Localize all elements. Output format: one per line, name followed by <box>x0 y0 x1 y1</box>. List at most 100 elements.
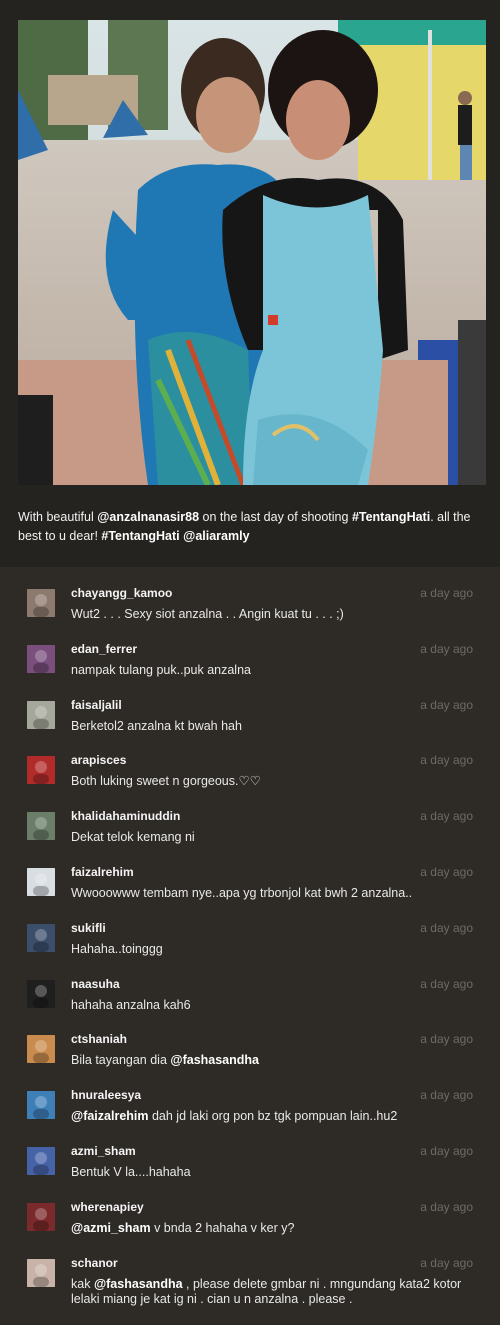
avatar-image <box>27 1147 55 1175</box>
comment-text-part: dah jd laki org pon bz tgk pompuan lain.… <box>148 1109 398 1124</box>
caption-mention[interactable]: @aliaramly <box>183 529 249 543</box>
comment-item: chayangg_kamoo a day ago Wut2 . . . Sexy s… <box>0 567 500 623</box>
comment-timestamp: a day ago <box>420 976 473 991</box>
comment-timestamp: a day ago <box>420 586 473 600</box>
comment-item: hnuraleesya a day ago @faizalrehim dah jd … <box>0 1069 500 1125</box>
comment-item: arapisces a day ago Both luking sweet n go… <box>0 734 500 790</box>
comment-text-part: Bila tayangan dia <box>71 1053 171 1068</box>
comment-text: Hahaha..toinggg <box>71 942 476 957</box>
comment-text: Dekat telok kemang ni <box>71 830 476 845</box>
comment-mention[interactable]: @azmi_sham <box>71 1221 151 1235</box>
comment-username[interactable]: schanor <box>71 1256 118 1270</box>
caption-text: With beautiful <box>18 510 98 524</box>
comment-text: nampak tulang puk..puk anzalna <box>71 663 476 678</box>
avatar-image <box>27 1258 55 1287</box>
comment-username[interactable]: sukifli <box>71 921 106 935</box>
comments-list: chayangg_kamoo a day ago Wut2 . . . Sexy s… <box>0 567 500 1325</box>
avatar[interactable] <box>27 756 55 785</box>
comment-text-part: v bnda 2 hahaha v ker y? <box>150 1220 295 1235</box>
caption-hashtag[interactable]: #TentangHati <box>352 510 430 524</box>
post-body: With beautiful @anzalnanasir88 on the la… <box>0 0 500 567</box>
comment-text: @faizalrehim dah jd laki org pon bz tgk … <box>71 1109 476 1124</box>
avatar-image <box>27 868 55 896</box>
avatar[interactable] <box>27 923 55 952</box>
comment-item: khalidahaminuddin a day ago Dekat telok ke… <box>0 790 500 846</box>
comment-text-part: Both luking sweet n gorgeous.♡♡ <box>71 774 261 789</box>
comment-text: hahaha anzalna kah6 <box>71 998 476 1013</box>
comment-text: kak @fashasandha , please delete gmbar n… <box>71 1277 476 1307</box>
comment-username[interactable]: chayangg_kamoo <box>71 586 172 600</box>
comment-username[interactable]: ctshaniah <box>71 1032 127 1046</box>
comment-mention[interactable]: @faizalrehim <box>71 1109 149 1123</box>
comment-item: wherenapiey a day ago @azmi_sham v bnda 2 … <box>0 1181 500 1237</box>
comment-timestamp: a day ago <box>420 1255 473 1270</box>
comment-text-part: hahaha anzalna kah6 <box>71 997 191 1012</box>
comment-mention[interactable]: @fashasandha <box>94 1277 183 1291</box>
comment-username[interactable]: naasuha <box>71 977 120 991</box>
comment-timestamp: a day ago <box>420 1032 473 1047</box>
comment-username[interactable]: hnuraleesya <box>71 1088 141 1102</box>
comment-username[interactable]: faizalrehim <box>71 865 134 879</box>
avatar[interactable] <box>27 644 55 673</box>
comment-text-part: Wut2 . . . Sexy siot anzalna . . Angin k… <box>71 607 344 621</box>
avatar-image <box>27 979 55 1008</box>
caption-mention[interactable]: @anzalnanasir88 <box>97 510 199 524</box>
avatar-image <box>27 589 55 617</box>
comment-timestamp: a day ago <box>420 920 473 935</box>
comment-timestamp: a day ago <box>420 1144 473 1158</box>
avatar[interactable] <box>27 1258 55 1287</box>
comment-username[interactable]: azmi_sham <box>71 1144 136 1158</box>
comment-username[interactable]: arapisces <box>71 753 126 767</box>
avatar[interactable] <box>27 979 55 1008</box>
comment-text: @azmi_sham v bnda 2 hahaha v ker y? <box>71 1221 476 1236</box>
comment-timestamp: a day ago <box>420 753 473 768</box>
comment-text-part: nampak tulang puk..puk anzalna <box>71 662 251 677</box>
comment-item: schanor a day ago kak @fashasandha , pleas… <box>0 1237 500 1306</box>
comment-text: Wut2 . . . Sexy siot anzalna . . Angin k… <box>71 607 476 622</box>
comment-text-part: Dekat telok kemang ni <box>71 830 195 845</box>
comment-text-part: Berketol2 anzalna kt bwah hah <box>71 718 242 733</box>
caption-text: on the last day of shooting <box>199 510 352 524</box>
comment-item: ctshaniah a day ago Bila tayangan dia @fas… <box>0 1013 500 1069</box>
comment-text: Both luking sweet n gorgeous.♡♡ <box>71 774 476 789</box>
comment-username[interactable]: edan_ferrer <box>71 642 137 656</box>
comment-username[interactable]: wherenapiey <box>71 1200 144 1214</box>
comment-username[interactable]: khalidahaminuddin <box>71 809 180 823</box>
avatar[interactable] <box>27 868 55 896</box>
avatar-image <box>27 756 55 785</box>
avatar[interactable] <box>27 1147 55 1175</box>
comment-text-part: Hahaha..toinggg <box>71 941 163 956</box>
avatar[interactable] <box>27 700 55 729</box>
comment-timestamp: a day ago <box>420 865 473 879</box>
comment-text-part: Wwooowww tembam nye..apa yg trbonjol kat… <box>71 886 413 900</box>
avatar[interactable] <box>27 1035 55 1064</box>
comment-timestamp: a day ago <box>420 809 473 824</box>
avatar-image <box>27 1202 55 1231</box>
avatar-image <box>27 644 55 673</box>
comment-item: sukifli a day ago Hahaha..toinggg <box>0 902 500 958</box>
comment-timestamp: a day ago <box>420 1088 473 1103</box>
comment-username[interactable]: faisaljalil <box>71 698 122 712</box>
avatar[interactable] <box>27 589 55 617</box>
avatar[interactable] <box>27 812 55 841</box>
avatar-image <box>27 812 55 841</box>
avatar[interactable] <box>27 1202 55 1231</box>
caption-hashtag[interactable]: #TentangHati <box>101 529 179 543</box>
post-photo[interactable] <box>18 20 486 485</box>
comment-item: azmi_sham a day ago Bentuk V la....hahaha <box>0 1125 500 1181</box>
comment-mention[interactable]: @fashasandha <box>170 1053 259 1067</box>
comment-text: Bila tayangan dia @fashasandha <box>71 1053 476 1068</box>
comment-item: faisaljalil a day ago Berketol2 anzalna kt… <box>0 679 500 735</box>
comment-text: Bentuk V la....hahaha <box>71 1165 476 1180</box>
avatar-image <box>27 1091 55 1120</box>
comment-text: Wwooowww tembam nye..apa yg trbonjol kat… <box>71 886 476 901</box>
comment-text-part: kak <box>71 1276 94 1291</box>
avatar[interactable] <box>27 1091 55 1120</box>
post-caption: With beautiful @anzalnanasir88 on the la… <box>18 508 486 546</box>
comment-item: naasuha a day ago hahaha anzalna kah6 <box>0 958 500 1014</box>
comment-timestamp: a day ago <box>420 697 473 712</box>
comment-item: faizalrehim a day ago Wwooowww tembam nye.… <box>0 846 500 902</box>
avatar-image <box>27 700 55 729</box>
comment-timestamp: a day ago <box>420 641 473 656</box>
comment-text: Berketol2 anzalna kt bwah hah <box>71 719 476 734</box>
